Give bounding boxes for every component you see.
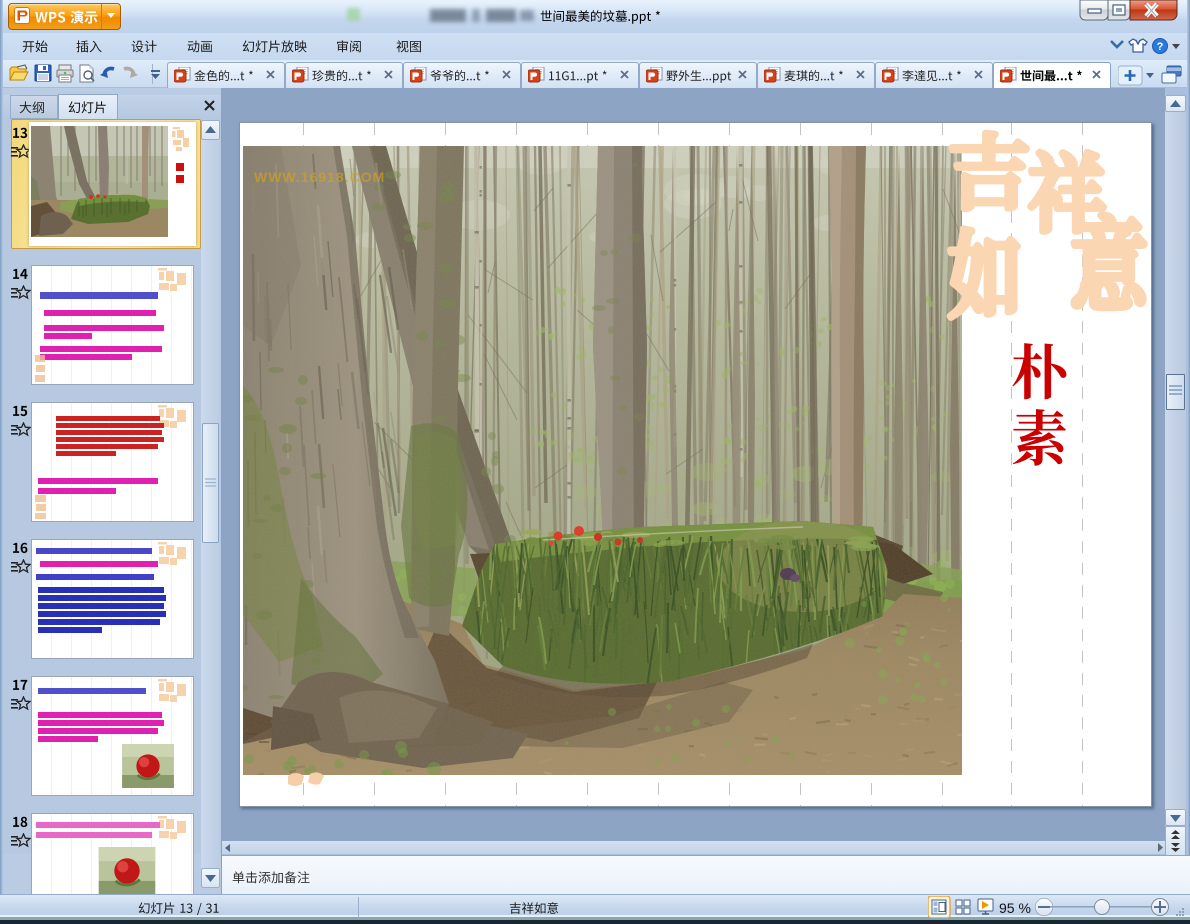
svg-text:?: ?: [1157, 41, 1164, 53]
svg-text:WWW.16918.COM: WWW.16918.COM: [254, 169, 385, 185]
